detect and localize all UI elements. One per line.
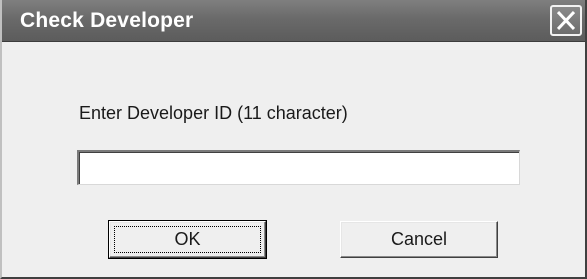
close-button[interactable]: [550, 5, 582, 36]
developer-id-input[interactable]: [77, 150, 520, 185]
close-icon: [557, 11, 575, 30]
title-bar[interactable]: Check Developer: [2, 0, 585, 42]
cancel-button-label: Cancel: [390, 229, 448, 249]
dialog-title: Check Developer: [20, 9, 194, 32]
dialog-window: Check Developer Enter Developer ID (11 c…: [0, 0, 587, 279]
developer-id-label: Enter Developer ID (11 character): [79, 103, 348, 123]
ok-button[interactable]: OK: [108, 220, 267, 259]
cancel-button[interactable]: Cancel: [340, 221, 498, 258]
focus-ring: [114, 226, 261, 253]
